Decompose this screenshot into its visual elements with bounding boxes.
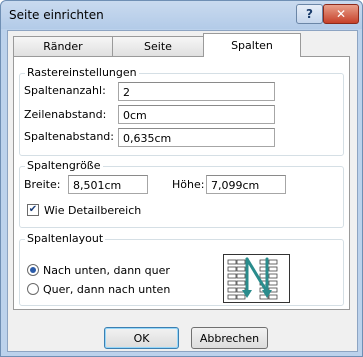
grid-settings-group: Rastereinstellungen Spaltenanzahl: 2 Zei… xyxy=(19,66,344,156)
dialog-window: Seite einrichten ? ✕ Ränder Seite Spalte… xyxy=(0,0,363,357)
close-button[interactable]: ✕ xyxy=(323,4,359,24)
tab-label: Ränder xyxy=(43,40,83,53)
row-spacing-label: Zeilenabstand: xyxy=(24,108,107,121)
tab-label: Spalten xyxy=(231,39,273,52)
close-icon: ✕ xyxy=(335,7,347,21)
help-icon: ? xyxy=(306,7,313,21)
group-legend: Spaltenlayout xyxy=(25,232,106,245)
columns-input[interactable]: 2 xyxy=(118,82,275,101)
tab-columns[interactable]: Spalten xyxy=(203,33,301,57)
help-button[interactable]: ? xyxy=(296,4,323,24)
down-then-across-label: Nach unten, dann quer xyxy=(43,264,170,277)
group-legend: Spaltengröße xyxy=(25,159,103,172)
width-input[interactable]: 8,501cm xyxy=(68,175,148,194)
height-input[interactable]: 7,099cm xyxy=(206,175,286,194)
column-layout-group: Spaltenlayout Nach unten, dann quer Quer… xyxy=(19,232,344,306)
across-then-down-label: Quer, dann nach unten xyxy=(43,283,171,296)
radio-across-then-down[interactable] xyxy=(27,283,39,295)
window-title: Seite einrichten xyxy=(9,8,104,22)
tab-page[interactable]: Seite xyxy=(112,36,204,56)
height-label: Höhe: xyxy=(172,178,205,191)
column-spacing-label: Spaltenabstand: xyxy=(24,130,114,143)
cancel-button[interactable]: Abbrechen xyxy=(191,327,268,349)
same-as-detail-checkbox[interactable]: ✔ xyxy=(27,204,39,216)
column-layout-preview-icon xyxy=(223,254,290,303)
columns-tab-panel: Rastereinstellungen Spaltenanzahl: 2 Zei… xyxy=(13,56,350,310)
group-legend: Rastereinstellungen xyxy=(25,66,139,79)
columns-label: Spaltenanzahl: xyxy=(24,84,106,97)
column-size-group: Spaltengröße Breite: 8,501cm Höhe: 7,099… xyxy=(19,159,344,228)
radio-down-then-across[interactable] xyxy=(27,264,39,276)
tab-label: Seite xyxy=(144,40,172,53)
width-label: Breite: xyxy=(24,178,61,191)
title-bar[interactable]: Seite einrichten ? ✕ xyxy=(1,1,362,29)
dialog-client-area: Ränder Seite Spalten Rastereinstellungen… xyxy=(7,30,358,352)
column-spacing-input[interactable]: 0,635cm xyxy=(118,128,275,147)
checkmark-icon: ✔ xyxy=(28,204,38,215)
same-as-detail-label: Wie Detailbereich xyxy=(44,204,142,217)
ok-button[interactable]: OK xyxy=(104,327,179,349)
tab-margins[interactable]: Ränder xyxy=(13,36,113,56)
row-spacing-input[interactable]: 0cm xyxy=(118,105,275,124)
